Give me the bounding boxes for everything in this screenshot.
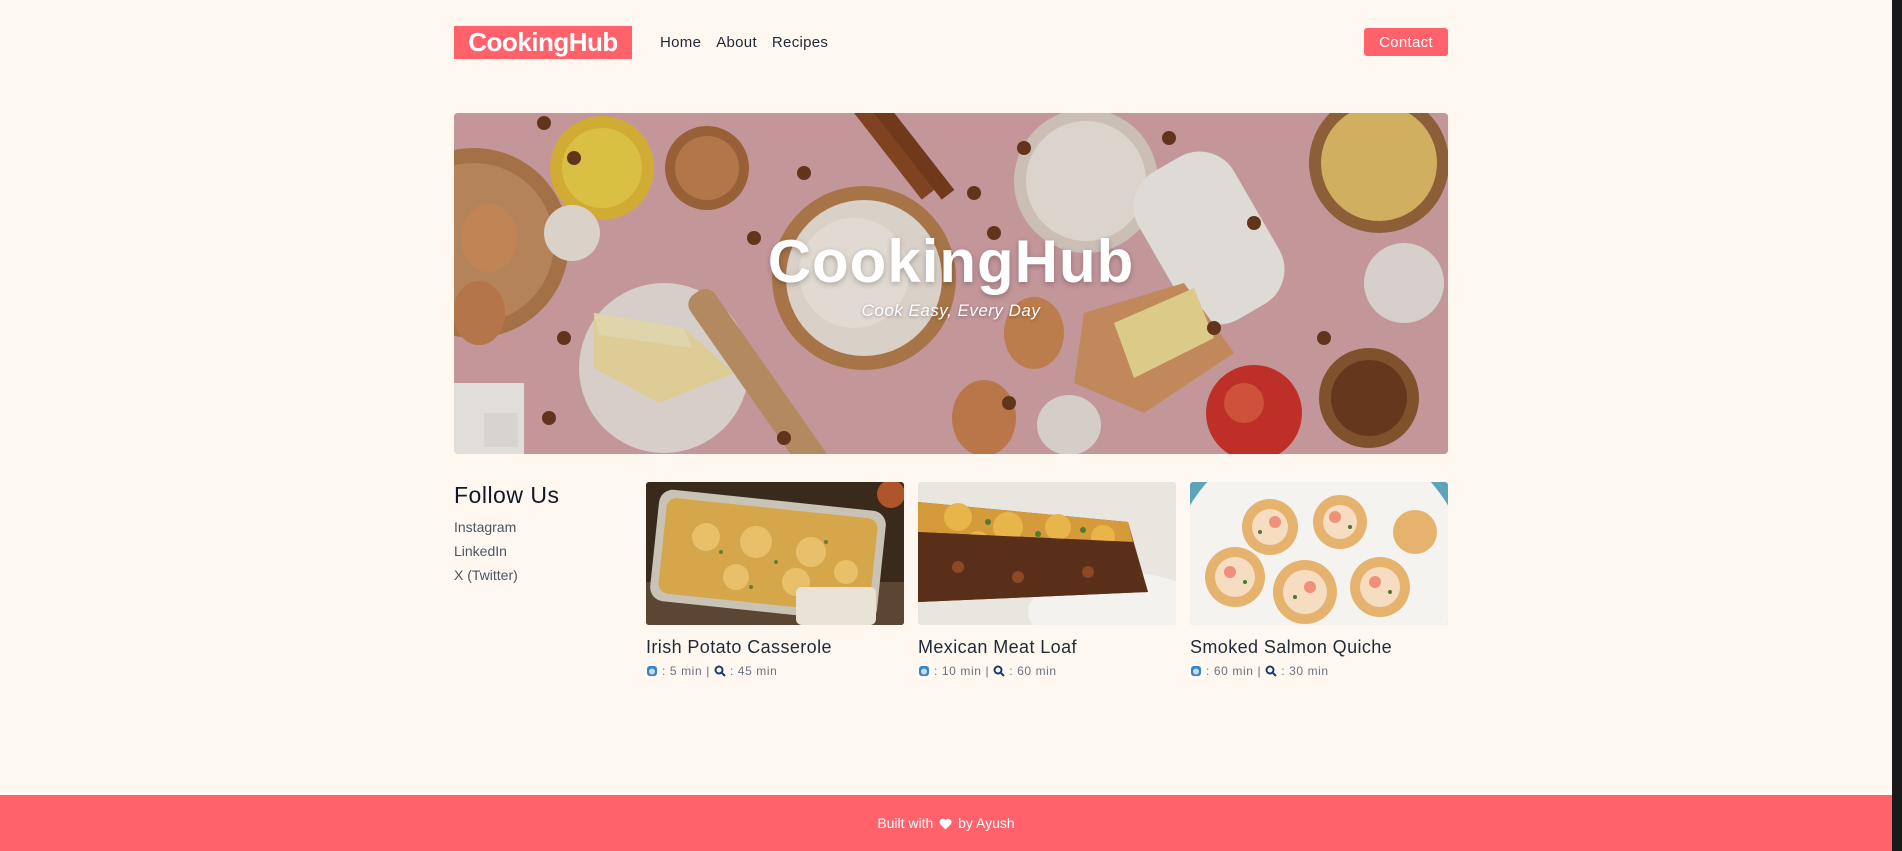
- cook-time: : 30 min: [1281, 664, 1329, 678]
- recipe-meta: : 60 min | : 30 min: [1190, 664, 1448, 678]
- timer-icon: [1191, 666, 1201, 676]
- site-header: CookingHub Home About Recipes Contact: [454, 26, 1448, 60]
- timer-icon: [919, 666, 929, 676]
- footer-suffix: by Ayush: [958, 815, 1015, 831]
- follow-heading: Follow Us: [454, 482, 560, 508]
- prep-time: : 5 min: [662, 664, 703, 678]
- meta-separator: |: [1257, 664, 1262, 678]
- main-nav: Home About Recipes: [660, 34, 828, 51]
- meta-separator: |: [706, 664, 710, 678]
- contact-button[interactable]: Contact: [1364, 28, 1448, 56]
- logo[interactable]: CookingHub: [454, 26, 632, 59]
- twitter-link[interactable]: X (Twitter): [454, 567, 614, 583]
- recipe-meta: : 10 min | : 60 min: [918, 664, 1176, 678]
- search-icon: [714, 665, 726, 677]
- footer-prefix: Built with: [877, 815, 934, 831]
- hero-banner: CookingHub Cook Easy, Every Day: [454, 113, 1448, 454]
- search-icon: [993, 665, 1005, 677]
- scrollbar[interactable]: [1892, 0, 1902, 851]
- recipe-card[interactable]: Smoked Salmon Quiche : 60 min | : 30 min: [1190, 482, 1448, 678]
- prep-time: : 10 min: [934, 664, 982, 678]
- recipe-cards: Irish Potato Casserole : 5 min | : 45 mi…: [646, 482, 1448, 678]
- cook-time: : 45 min: [729, 664, 778, 678]
- site-footer: Built with by Ayush: [0, 795, 1892, 851]
- timer-icon: [647, 666, 657, 676]
- follow-section: Follow Us Instagram LinkedIn X (Twitter): [454, 482, 614, 591]
- instagram-link[interactable]: Instagram: [454, 519, 614, 535]
- recipe-card[interactable]: Mexican Meat Loaf : 10 min | : 60 min: [918, 482, 1176, 678]
- nav-home[interactable]: Home: [660, 34, 701, 51]
- nav-about[interactable]: About: [716, 34, 757, 51]
- recipe-image[interactable]: [646, 482, 904, 625]
- prep-time: : 60 min: [1206, 664, 1254, 678]
- recipe-image[interactable]: [1190, 482, 1448, 625]
- recipe-card[interactable]: Irish Potato Casserole : 5 min | : 45 mi…: [646, 482, 904, 678]
- hero-subtitle: Cook Easy, Every Day: [861, 301, 1041, 320]
- recipe-image[interactable]: [918, 482, 1176, 625]
- recipe-title[interactable]: Irish Potato Casserole: [646, 637, 904, 658]
- cook-time: : 60 min: [1009, 664, 1057, 678]
- recipe-title[interactable]: Smoked Salmon Quiche: [1190, 637, 1448, 658]
- recipe-title[interactable]: Mexican Meat Loaf: [918, 637, 1176, 658]
- search-icon: [1265, 665, 1277, 677]
- recipe-meta: : 5 min | : 45 min: [646, 664, 904, 678]
- heart-icon: [939, 818, 952, 830]
- nav-recipes[interactable]: Recipes: [772, 34, 828, 51]
- hero-title: CookingHub: [767, 228, 1135, 295]
- linkedin-link[interactable]: LinkedIn: [454, 543, 614, 559]
- meta-separator: |: [985, 664, 990, 678]
